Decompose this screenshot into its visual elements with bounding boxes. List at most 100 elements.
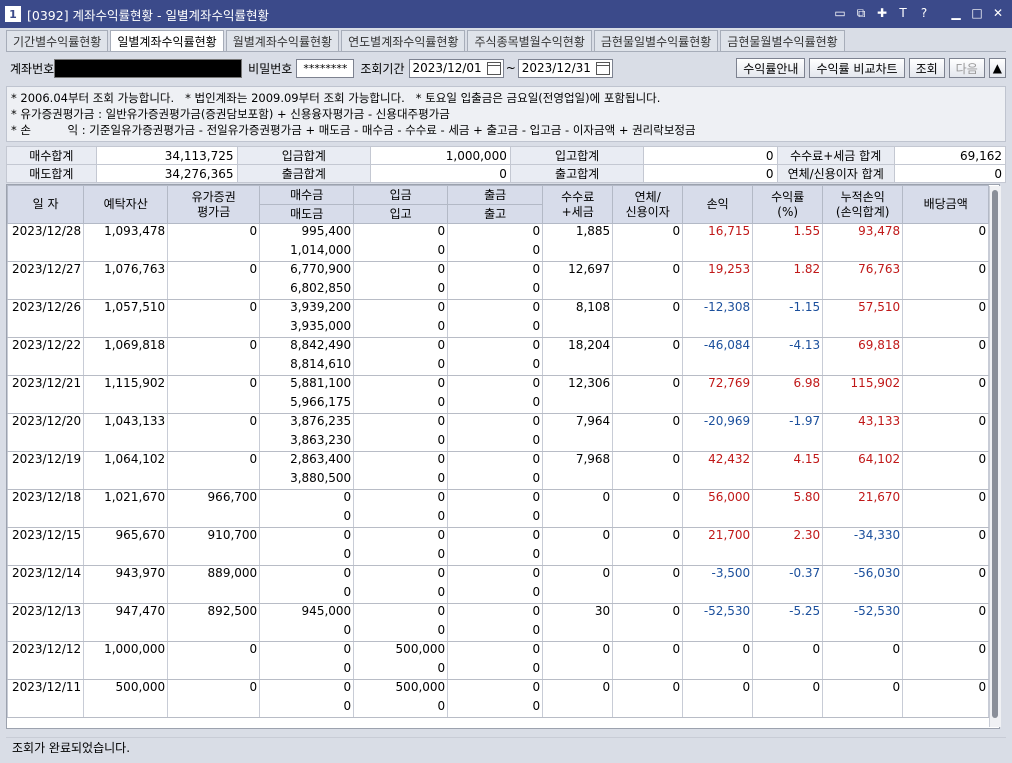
calendar-icon[interactable]	[486, 61, 501, 75]
cell-buy: 995,400	[259, 223, 355, 243]
table-row[interactable]: 2023/12/26 1,057,510 0 3,939,200 0 0 8,108 0 -12…	[7, 299, 990, 319]
table-row[interactable]: 2023/12/28 1,093,478 0 995,400 0 0 1,885 0 16,71…	[7, 223, 990, 243]
col-header-out[interactable]: 출고	[447, 204, 544, 224]
account-number-field[interactable]	[54, 58, 243, 78]
tab-stock-monthly-return[interactable]: 주식종목별월수익현황	[467, 30, 592, 51]
tab-daily-account-return[interactable]: 일별계좌수익률현황	[110, 30, 224, 52]
close-icon[interactable]: ✕	[990, 5, 1006, 21]
cell-empty	[752, 242, 824, 262]
table-row-second-line[interactable]: 000	[7, 622, 990, 642]
cell-cumulative: 69,818	[822, 337, 904, 357]
tab-monthly-account-return[interactable]: 월별계좌수익률현황	[225, 30, 340, 51]
pin-icon[interactable]: ✚	[874, 5, 890, 21]
tab-divider	[6, 51, 1006, 52]
table-row[interactable]: 2023/12/19 1,064,102 0 2,863,400 0 0 7,968 0 42,…	[7, 451, 990, 471]
cell-empty	[612, 432, 684, 452]
cell-empty	[167, 698, 261, 718]
cell-overdue: 0	[612, 565, 684, 585]
table-row[interactable]: 2023/12/22 1,069,818 0 8,842,490 0 0 18,204 0 -4…	[7, 337, 990, 357]
collapse-up-button[interactable]: ▲	[988, 58, 1006, 78]
table-row-second-line[interactable]: 5,966,175 0 0	[7, 394, 990, 414]
cell-empty	[682, 698, 754, 718]
col-header-in[interactable]: 입고	[353, 204, 449, 224]
link-window-icon[interactable]: ▭	[832, 5, 848, 21]
cell-fee: 30	[542, 603, 614, 623]
col-header-withdraw[interactable]: 출금	[447, 185, 544, 205]
cell-empty	[902, 356, 990, 376]
cell-empty	[167, 318, 261, 338]
calendar-icon[interactable]	[595, 61, 610, 75]
cell-empty	[167, 508, 261, 528]
scrollbar-thumb[interactable]	[992, 190, 998, 718]
password-field[interactable]: ********	[296, 58, 355, 78]
col-header-securities[interactable]: 유가증권 평가금	[167, 185, 261, 224]
table-row[interactable]: 2023/12/13 947,470 892,500 945,000 0 0 30 0 -52,…	[7, 603, 990, 623]
tab-gold-monthly-return[interactable]: 금현물월별수익률현황	[720, 30, 845, 51]
cell-empty	[7, 508, 85, 528]
table-row[interactable]: 2023/12/21 1,115,902 0 5,881,100 0 0 12,306 0 72…	[7, 375, 990, 395]
cell-empty	[682, 660, 754, 680]
table-row-second-line[interactable]: 1,014,000 0 0	[7, 242, 990, 262]
table-row[interactable]: 2023/12/27 1,076,763 0 6,770,900 0 0 12,697 0 19…	[7, 261, 990, 281]
col-header-sell[interactable]: 매도금	[259, 204, 355, 224]
col-header-securities-line1: 유가증권	[191, 189, 236, 204]
col-header-rate[interactable]: 수익률 (%)	[752, 185, 824, 224]
vertical-scrollbar[interactable]	[989, 186, 1001, 727]
table-row-second-line[interactable]: 3,935,000 0 0	[7, 318, 990, 338]
table-row-second-line[interactable]: 000	[7, 660, 990, 680]
col-header-fee[interactable]: 수수료 +세금	[542, 185, 614, 224]
maximize-icon[interactable]: □	[969, 5, 985, 21]
copy-window-icon[interactable]: ⧉	[853, 5, 869, 21]
col-header-deposit[interactable]: 입금	[353, 185, 449, 205]
help-icon[interactable]: ?	[916, 5, 932, 21]
return-guide-button[interactable]: 수익률안내	[736, 58, 806, 78]
cell-empty	[682, 470, 754, 490]
table-row-second-line[interactable]: 000	[7, 546, 990, 566]
table-row[interactable]: 2023/12/15 965,670 910,700 0 0 0 0 0 21,700 2.30-…	[7, 527, 990, 547]
col-header-fee-line2: +세금	[561, 204, 594, 219]
table-row[interactable]: 2023/12/12 1,000,000 0 0 500,000 0 0 0 0 0 0 0	[7, 641, 990, 661]
col-header-dividend[interactable]: 배당금액	[902, 185, 990, 224]
cell-date: 2023/12/15	[7, 527, 85, 547]
col-header-deposit-assets[interactable]: 예탁자산	[83, 185, 169, 224]
table-row-second-line[interactable]: 3,880,500 0 0	[7, 470, 990, 490]
date-to-field[interactable]: 2023/12/31	[517, 58, 613, 78]
cell-rate: 1.55	[752, 223, 824, 243]
col-header-date[interactable]: 일 자	[7, 185, 85, 224]
tab-period-return[interactable]: 기간별수익률현황	[6, 30, 109, 51]
table-row[interactable]: 2023/12/20 1,043,133 0 3,876,235 0 0 7,964 0 -20…	[7, 413, 990, 433]
return-compare-chart-button[interactable]: 수익률 비교차트	[809, 58, 905, 78]
tab-yearly-account-return[interactable]: 연도별계좌수익률현황	[341, 30, 466, 51]
col-header-cumulative[interactable]: 누적손익 (손익합계)	[822, 185, 904, 224]
table-row-second-line[interactable]: 6,802,850 0 0	[7, 280, 990, 300]
table-row-second-line[interactable]: 000	[7, 584, 990, 604]
table-row-second-line[interactable]: 000	[7, 698, 990, 718]
tab-gold-daily-return[interactable]: 금현물일별수익률현황	[593, 30, 719, 51]
search-button[interactable]: 조회	[908, 58, 945, 78]
cell-overdue: 0	[612, 223, 684, 243]
cell-out: 0	[447, 318, 544, 338]
fee-tax-value: 69,162	[893, 146, 1007, 165]
col-header-buy[interactable]: 매수금	[259, 185, 355, 205]
daily-return-grid[interactable]: 일 자 예탁자산 유가증권 평가금 매수금 입금 출금 수수료 +세금 연체/신용이…	[6, 184, 1000, 729]
window-controls: ▭ ⧉ ✚ T ? ▁ □ ✕	[832, 5, 1006, 21]
date-from-field[interactable]: 2023/12/01	[408, 58, 504, 78]
cell-sell: 3,935,000	[259, 318, 355, 338]
table-row[interactable]: 2023/12/11 500,000 0 0 500,000 0 0 0 0 0 0 0	[7, 679, 990, 699]
table-row-second-line[interactable]: 8,814,610 0 0	[7, 356, 990, 376]
cell-empty	[682, 394, 754, 414]
next-button[interactable]: 다음	[948, 58, 985, 78]
grid-body: 2023/12/28 1,093,478 0 995,400 0 0 1,885 0 16,71…	[7, 223, 990, 718]
table-row-second-line[interactable]: 3,863,230 0 0	[7, 432, 990, 452]
col-header-pnl[interactable]: 손익	[682, 185, 754, 224]
table-row[interactable]: 2023/12/18 1,021,670 966,700 0 0 0 0 0 56,000 5.8…	[7, 489, 990, 509]
font-size-icon[interactable]: T	[895, 5, 911, 21]
cell-in: 0	[353, 698, 449, 718]
cell-dividend: 0	[902, 223, 990, 243]
col-header-overdue[interactable]: 연체/신용이자	[612, 185, 684, 224]
cell-deposit-assets: 1,064,102	[83, 451, 169, 471]
table-row[interactable]: 2023/12/14 943,970 889,000 0 0 0 0 0 -3,500 -0.37…	[7, 565, 990, 585]
cell-sell: 3,863,230	[259, 432, 355, 452]
minimize-icon[interactable]: ▁	[948, 5, 964, 21]
table-row-second-line[interactable]: 000	[7, 508, 990, 528]
